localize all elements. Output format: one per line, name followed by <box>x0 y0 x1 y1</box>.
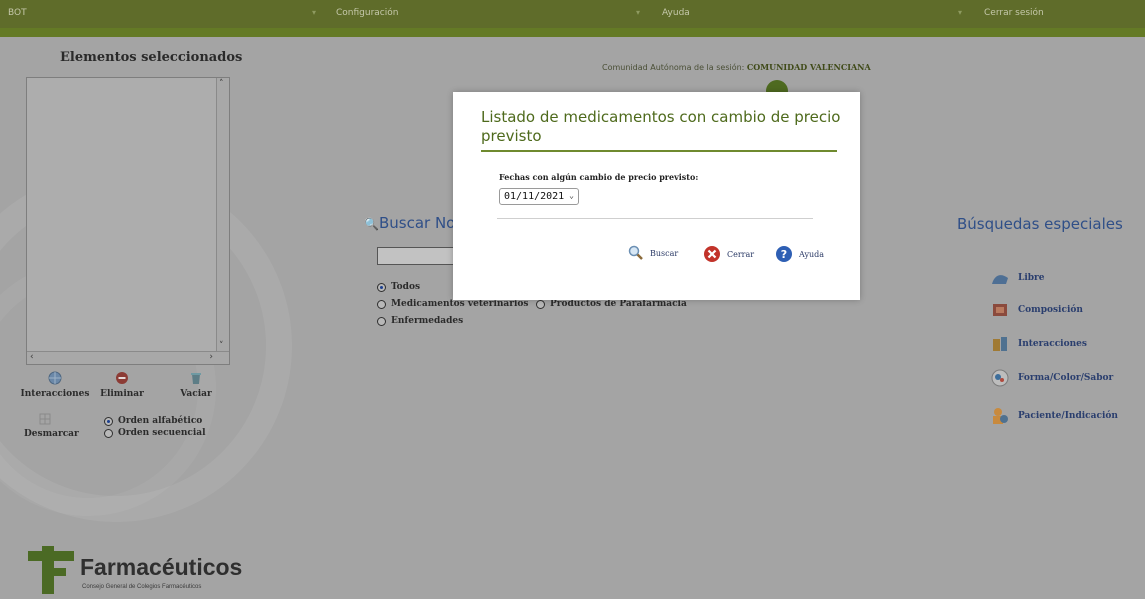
date-select-value: 01/11/2021 <box>504 191 565 202</box>
enfermedades-radio[interactable] <box>377 316 386 326</box>
logo-text: Farmacéuticos <box>80 554 243 580</box>
special-label-composicion: Composición <box>1018 305 1083 315</box>
order-alphabetic-option[interactable]: Orden alfabético <box>104 416 202 426</box>
cerrar-label: Cerrar <box>727 249 755 259</box>
vaciar-label: Vaciar <box>180 389 212 399</box>
special-searches-title: Búsquedas especiales <box>957 215 1123 233</box>
selected-elements-list[interactable]: ˄ ˅ ‹ › <box>26 77 230 365</box>
interacciones-label: Interacciones <box>20 389 90 399</box>
eliminar-button[interactable]: Eliminar <box>97 371 147 399</box>
special-item-paciente[interactable]: Paciente/Indicación <box>990 406 1118 426</box>
order-alphabetic-label: Orden alfabético <box>118 416 203 426</box>
chevron-down-icon: ▾ <box>312 8 317 17</box>
option-enfermedades[interactable]: Enfermedades <box>377 316 463 326</box>
ayuda-label: Ayuda <box>799 249 825 259</box>
interactions-icon <box>993 337 1007 351</box>
ayuda-button[interactable]: ? Ayuda <box>775 245 824 263</box>
shape-color-icon <box>991 369 1009 387</box>
logo-subtitle: Consejo General de Colegios Farmacéutico… <box>82 584 202 590</box>
special-item-composicion[interactable]: Composición <box>990 301 1083 319</box>
grid-icon <box>39 413 51 425</box>
special-label-forma: Forma/Color/Sabor <box>1018 373 1114 383</box>
scroll-left-icon[interactable]: ‹ <box>30 352 34 362</box>
special-label-interacciones: Interacciones <box>1018 339 1087 349</box>
dialog-title-divider <box>481 150 837 152</box>
scroll-up-icon[interactable]: ˄ <box>219 79 224 89</box>
chevron-down-icon: ▾ <box>636 8 641 17</box>
search-title: 🔍Buscar No <box>364 214 455 232</box>
option-veterinarios[interactable]: Medicamentos veterinarios <box>377 299 528 309</box>
special-item-interacciones[interactable]: Interacciones <box>990 335 1087 353</box>
search-icon <box>628 245 643 260</box>
buscar-button[interactable]: Buscar <box>628 245 678 261</box>
globe-icon <box>48 371 62 385</box>
search-title-text: Buscar No <box>378 214 456 232</box>
special-label-libre: Libre <box>1018 273 1045 283</box>
remove-icon <box>116 372 128 384</box>
session-community: Comunidad Autónoma de la sesión: COMUNID… <box>602 62 871 72</box>
top-navigation-bar: BOT ▾ Configuración ▾ Ayuda ▾ Cerrar ses… <box>0 0 1145 37</box>
community-value: COMUNIDAD VALENCIANA <box>746 62 871 72</box>
vertical-scrollbar[interactable]: ˄ ˅ <box>216 78 229 352</box>
option-parafarmacia[interactable]: Productos de Parafarmacia <box>536 299 687 309</box>
desmarcar-button[interactable]: Desmarcar <box>24 413 79 439</box>
special-item-forma[interactable]: Forma/Color/Sabor <box>990 368 1113 388</box>
scroll-down-icon[interactable]: ˅ <box>219 341 224 351</box>
date-select[interactable]: 01/11/2021 ⌄ <box>499 188 579 205</box>
todos-radio[interactable] <box>377 282 386 292</box>
nav-item-ayuda[interactable]: Ayuda <box>662 8 690 18</box>
todos-label: Todos <box>391 282 421 292</box>
parafarmacia-label: Productos de Parafarmacia <box>550 299 687 309</box>
buscar-label: Buscar <box>650 248 679 258</box>
svg-text:?: ? <box>781 248 787 261</box>
price-change-dialog: Listado de medicamentos con cambio de pr… <box>453 92 860 300</box>
page: BOT ▾ Configuración ▾ Ayuda ▾ Cerrar ses… <box>0 0 1145 599</box>
selected-elements-title: Elementos seleccionados <box>60 50 243 65</box>
veterinarios-label: Medicamentos veterinarios <box>391 299 529 309</box>
help-icon: ? <box>776 246 792 262</box>
special-label-paciente: Paciente/Indicación <box>1018 411 1118 421</box>
order-sequential-option[interactable]: Orden secuencial <box>104 428 206 438</box>
special-item-libre[interactable]: Libre <box>990 270 1045 286</box>
desmarcar-label: Desmarcar <box>24 429 79 439</box>
interacciones-button[interactable]: Interacciones <box>20 371 90 399</box>
vaciar-button[interactable]: Vaciar <box>176 371 216 399</box>
date-field-label: Fechas con algún cambio de precio previs… <box>499 172 699 182</box>
composition-icon <box>993 304 1007 316</box>
enfermedades-label: Enfermedades <box>391 316 464 326</box>
dialog-separator <box>497 218 813 219</box>
veterinarios-radio[interactable] <box>377 299 386 309</box>
cerrar-button[interactable]: Cerrar <box>703 245 754 263</box>
trash-icon <box>191 373 201 384</box>
chevron-down-icon: ▾ <box>958 8 963 17</box>
parafarmacia-radio[interactable] <box>536 299 545 309</box>
horizontal-scrollbar[interactable]: ‹ › <box>27 351 229 364</box>
option-todos[interactable]: Todos <box>377 282 420 292</box>
hand-icon <box>992 275 1008 284</box>
dialog-title: Listado de medicamentos con cambio de pr… <box>481 108 841 145</box>
patient-icon <box>993 408 1008 424</box>
scroll-right-icon[interactable]: › <box>209 352 213 362</box>
nav-item-cerrar-sesion[interactable]: Cerrar sesión <box>984 8 1044 18</box>
community-label: Comunidad Autónoma de la sesión: <box>602 63 745 72</box>
nav-item-configuracion[interactable]: Configuración <box>336 8 398 18</box>
close-icon <box>704 246 720 262</box>
chevron-down-icon: ⌄ <box>569 191 574 200</box>
order-sequential-radio[interactable] <box>104 428 113 438</box>
order-alphabetic-radio[interactable] <box>104 416 113 426</box>
eliminar-label: Eliminar <box>100 389 144 399</box>
nav-item-bot[interactable]: BOT <box>8 8 27 18</box>
farmaceuticos-logo-icon <box>28 546 74 594</box>
search-icon: 🔍 <box>364 217 379 231</box>
order-sequential-label: Orden secuencial <box>118 428 206 438</box>
